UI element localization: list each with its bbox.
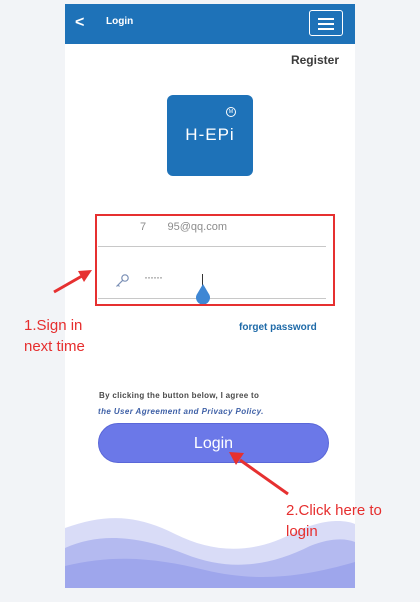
logo-text: H-EPi <box>185 125 235 144</box>
register-link[interactable]: Register <box>291 53 339 67</box>
annotation-step1: 1.Sign in next time <box>24 315 85 357</box>
forget-password-link[interactable]: forget password <box>239 322 317 333</box>
app-logo: H-EPi M <box>167 95 253 176</box>
annotation-step1-line2: next time <box>24 338 85 355</box>
top-bar: < Login <box>65 4 355 44</box>
hamburger-icon[interactable] <box>309 10 343 36</box>
agreement-text: By clicking the button below, I agree to <box>99 391 260 400</box>
page-title: Login <box>106 16 134 27</box>
annotation-step2-line2: login <box>286 523 318 540</box>
login-fields-highlight <box>95 214 335 306</box>
annotation-step2: 2.Click here to login <box>286 500 382 542</box>
back-button[interactable]: < <box>75 13 93 33</box>
login-button[interactable]: Login <box>98 423 329 463</box>
logo-badge: M <box>226 107 236 117</box>
annotation-step2-line1: 2.Click here to <box>286 502 382 519</box>
agreement-link[interactable]: the User Agreement and Privacy Policy. <box>98 407 264 416</box>
annotation-step1-line1: 1.Sign in <box>24 317 83 334</box>
